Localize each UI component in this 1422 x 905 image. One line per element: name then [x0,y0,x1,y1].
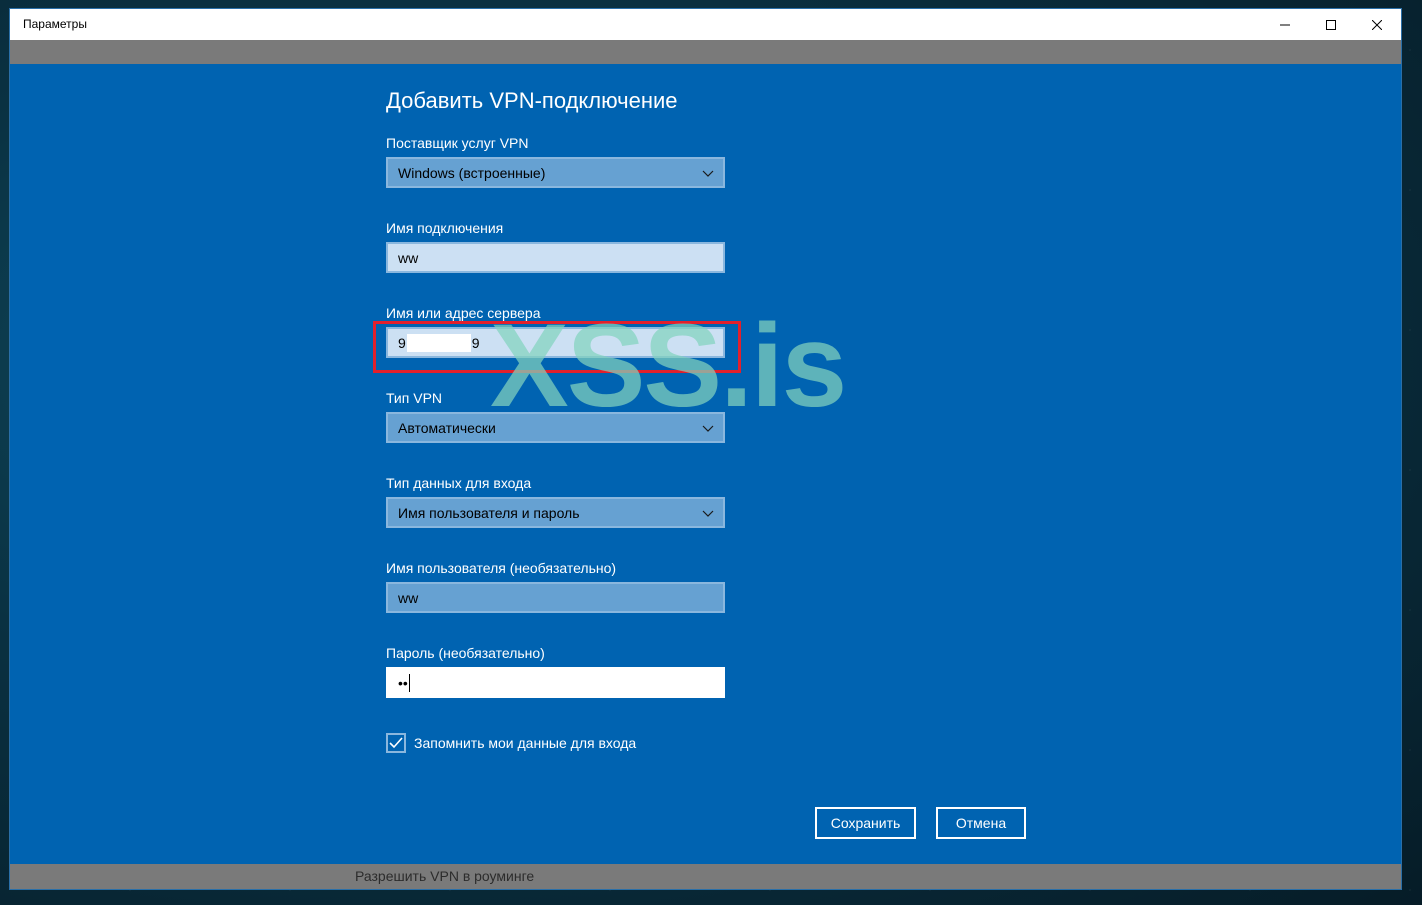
chevron-down-icon [702,425,714,432]
password-input[interactable]: •• [386,667,725,698]
username-value: ww [398,589,419,606]
password-value: •• [398,674,408,691]
save-button[interactable]: Сохранить [815,807,916,839]
window-title: Параметры [23,17,87,31]
signin-type-value: Имя пользователя и пароль [398,504,580,521]
close-button[interactable] [1354,9,1400,40]
text-cursor [408,673,410,692]
connection-name-value: ww [398,249,419,266]
provider-label: Поставщик услуг VPN [386,135,529,151]
titlebar: Параметры [10,9,1401,40]
username-label: Имя пользователя (необязательно) [386,560,617,576]
vpn-type-select[interactable]: Автоматически [386,412,725,443]
close-icon [1372,19,1382,30]
connection-name-input[interactable]: ww [386,242,725,273]
chevron-down-icon [702,170,714,177]
maximize-button[interactable] [1308,9,1354,40]
password-label: Пароль (необязательно) [386,645,545,661]
minimize-icon [1280,24,1290,25]
dialog-title: Добавить VPN-подключение [386,88,678,113]
vpn-type-label: Тип VPN [386,390,443,406]
server-label: Имя или адрес сервера [386,305,541,321]
chevron-down-icon [702,510,714,517]
vpn-type-value: Автоматически [398,419,496,436]
roaming-label: Разрешить VPN в роуминге [355,868,535,884]
background-settings-strip [10,40,1401,64]
provider-value: Windows (встроенные) [398,164,546,181]
signin-type-label: Тип данных для входа [386,475,532,491]
settings-window: Параметры Добавить VPN-подключение Поста… [10,9,1401,889]
remember-checkbox[interactable] [386,733,406,753]
username-input[interactable]: ww [386,582,725,613]
background-settings-strip-bottom: Разрешить VPN в роуминге [10,864,1401,889]
minimize-button[interactable] [1262,9,1308,40]
remember-label: Запомнить мои данные для входа [414,735,637,751]
maximize-icon [1326,19,1336,30]
connection-name-label: Имя подключения [386,220,504,236]
cancel-button[interactable]: Отмена [936,807,1026,839]
signin-type-select[interactable]: Имя пользователя и пароль [386,497,725,528]
provider-select[interactable]: Windows (встроенные) [386,157,725,188]
server-highlight-box [373,321,741,373]
checkmark-icon [389,737,403,749]
